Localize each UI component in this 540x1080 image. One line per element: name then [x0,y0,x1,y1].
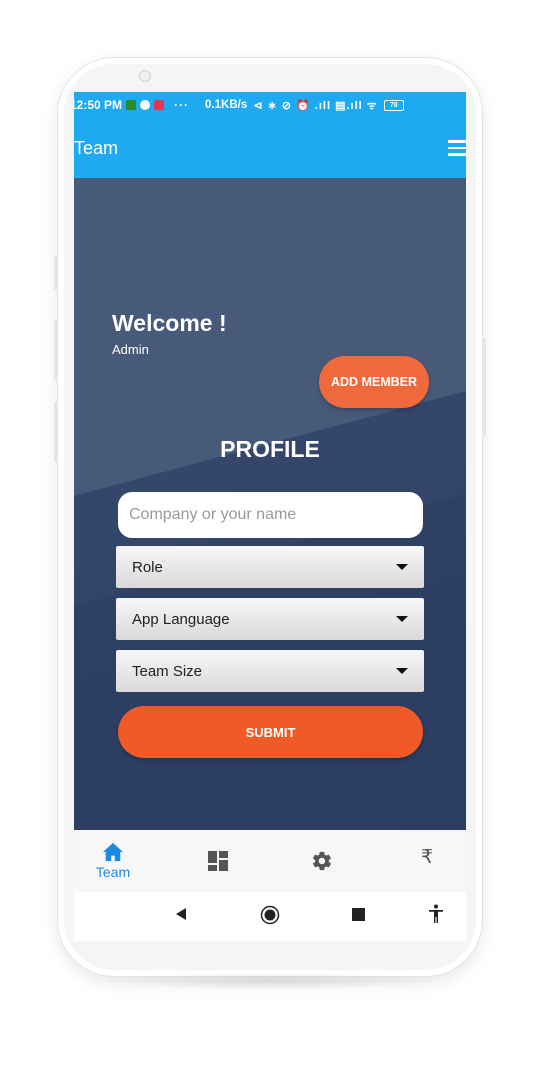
status-icons: ⊲ ∗ ⊘ ⏰ .ıll ▤.ıll ᯤ [253,99,378,112]
rupee-icon: ₹ [420,847,434,868]
status-bar: 12:50 PM ··· 0.1KB/s ⊲ ∗ ⊘ ⏰ .ıll ▤.ıll … [74,92,466,118]
phone-power-button [482,338,486,436]
app-title: Team [74,138,119,158]
tab-team[interactable]: Team [83,830,143,892]
submit-button[interactable]: SUBMIT [118,706,423,758]
tab-team-label: Team [95,864,131,880]
profile-panel: Welcome ! Admin ADD MEMBER PROFILE Role … [74,178,466,830]
accessibility-icon[interactable] [428,904,444,924]
phone-volume-down-button [54,402,58,462]
battery-icon: 78 [383,99,404,111]
add-member-button[interactable]: ADD MEMBER [319,356,429,408]
app-language-select[interactable]: App Language [116,598,424,640]
notification-icon [126,100,137,110]
app-language-select-label: App Language [132,610,230,628]
role-select[interactable]: Role [116,546,424,588]
app-notification-icon [154,100,165,110]
tab-settings[interactable] [292,830,352,892]
network-speed: 0.1KB/s [205,99,248,111]
app-bar: Team [74,118,466,178]
system-nav-bar [74,892,466,941]
bottom-nav: Team ₹ [74,830,466,892]
welcome-heading: Welcome ! [112,310,227,336]
phone-screen: 12:50 PM ··· 0.1KB/s ⊲ ∗ ⊘ ⏰ .ıll ▤.ıll … [74,92,466,941]
user-role-label: Admin [112,342,149,357]
caret-down-icon [396,616,408,622]
home-circle-icon[interactable] [260,905,280,925]
camera-icon [139,70,151,82]
dashboard-icon [208,851,228,871]
tab-payments[interactable]: ₹ [397,830,457,892]
status-time: 12:50 PM [74,98,123,112]
role-select-label: Role [132,558,163,576]
section-title: PROFILE [220,436,320,462]
caret-down-icon [396,564,408,570]
hamburger-icon[interactable] [448,140,466,156]
home-icon [103,842,123,862]
tab-dashboard[interactable] [188,830,248,892]
phone-side-button [54,256,58,290]
gear-icon [313,851,331,871]
phone-volume-up-button [54,320,58,380]
name-input[interactable] [118,492,423,538]
team-size-select[interactable]: Team Size [116,650,424,692]
more-notifications-icon: ··· [174,98,190,112]
caret-down-icon [396,668,408,674]
phone-shadow [98,972,442,990]
team-size-select-label: Team Size [132,662,203,680]
back-icon[interactable] [174,906,188,922]
messenger-icon [140,100,151,110]
recents-icon[interactable] [352,908,365,921]
